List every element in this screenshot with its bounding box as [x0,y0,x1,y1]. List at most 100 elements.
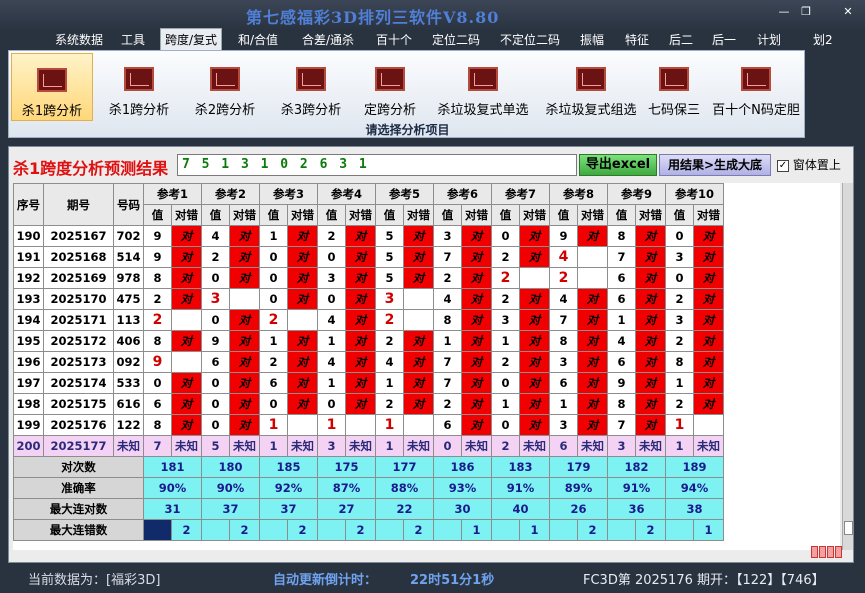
stat-value: 88% [375,477,434,499]
cell-value: 6 [549,372,578,394]
cell-check-ok: 对 [403,267,434,289]
header-value: 值 [665,204,694,226]
menu-span-compound[interactable]: 跨度/复式 [160,28,223,50]
close-button[interactable]: ✕ [838,4,858,20]
header-check: 对错 [403,204,434,226]
menu-unfixed-two[interactable]: 不定位二码 [500,31,560,48]
topmost-checkbox[interactable]: ✓ 窗体置上 [777,156,841,173]
header-check: 对错 [635,204,666,226]
header-period: 期号 [43,183,114,226]
cell-check-ok: 对 [635,225,666,247]
ribbon-kill3-span[interactable]: 杀3跨分析 [271,53,351,121]
cell-value: 8 [143,267,172,289]
cell-value: 8 [549,330,578,352]
menu-plan-2[interactable]: 划2 [813,31,833,48]
menu-diff-kill[interactable]: 合差/通杀 [302,31,354,48]
result-label: 杀1跨度分析预测结果 [13,159,169,178]
cell-check-miss [577,246,608,268]
cell-check-miss [345,414,376,436]
stat-row: 对次数 181 180 185 175 177 186 183 179 182 189 [13,456,724,478]
cell-value: 6 [607,267,636,289]
restore-button[interactable]: ❐ [796,4,816,20]
cell-value: 1 [491,393,520,415]
row-period: 2025174 [43,372,114,394]
ribbon-kill1-span-selected[interactable]: 杀1跨分析 [11,53,93,121]
cell-value: 1 [317,414,346,436]
stat-value: 26 [549,498,608,520]
cell-value: 5 [375,267,404,289]
predict-unknown: 未知 [171,435,202,457]
app-title: 第七感福彩3D排列三软件V8.80 [246,8,500,27]
cell-check-miss [403,288,434,310]
ribbon-seven-keep-three[interactable]: 七码保三 [643,53,705,121]
cell-value: 7 [549,309,578,331]
stat-value: 22 [375,498,434,520]
cell-value: 0 [665,267,694,289]
stat-value: 90% [143,477,202,499]
ribbon-junk-group[interactable]: 杀垃圾复式组选 [539,53,643,121]
ribbon-fixed-span[interactable]: 定跨分析 [355,53,425,121]
header-ref: 参考10 [665,183,724,205]
cell-value: 3 [665,309,694,331]
menu-plan[interactable]: 计划 [757,31,781,48]
row-period: 2025177 [43,435,114,457]
stat-label: 最大连对数 [13,498,144,520]
stat-value: 186 [433,456,492,478]
row-code: 616 [113,393,144,415]
cell-value: 5 [375,225,404,247]
cell-value: 2 [433,393,462,415]
menu-tools[interactable]: 工具 [121,31,145,48]
ribbon-n-code-bile[interactable]: 百十个N码定胆 [709,53,803,121]
header-ref: 参考8 [549,183,608,205]
row-code: 514 [113,246,144,268]
cell-check-ok: 对 [577,414,608,436]
scroll-thumb[interactable] [844,521,853,535]
header-value: 值 [433,204,462,226]
checkbox-icon[interactable]: ✓ [777,159,789,172]
cell-check-ok: 对 [693,246,724,268]
cell-check-ok: 对 [635,372,666,394]
cell-check-ok: 对 [635,351,666,373]
menu-sum-value[interactable]: 和/合值 [238,31,278,48]
stat-value: 27 [317,498,376,520]
minimize-button[interactable]: — [774,4,794,20]
menu-amplitude[interactable]: 振幅 [580,31,604,48]
ribbon-kill2-span[interactable]: 杀2跨分析 [185,53,265,121]
predict-row: 200 2025177 未知 7 未知 5 未知 1 未知 3 未知 1 未知 0 未知 2 未知 6 未知 3 未知 1… [13,435,724,457]
cell-check-miss [519,267,550,289]
stat-value: 2 [403,519,434,541]
header-ref: 参考9 [607,183,666,205]
predict-value: 5 [201,435,230,457]
cell-check-ok: 对 [171,246,202,268]
row-seq: 198 [13,393,44,415]
generate-base-button[interactable]: 用结果>生成大底 [659,154,771,176]
vertical-scrollbar[interactable] [842,183,853,550]
cell-value: 0 [317,393,346,415]
row-period: 2025176 [43,414,114,436]
ribbon-label: 杀2跨分析 [194,103,256,118]
menu-features[interactable]: 特征 [625,31,649,48]
led-icon [811,546,818,558]
cell-value: 3 [375,288,404,310]
menu-last-two[interactable]: 后二 [669,31,693,48]
menu-hundreds-tens-units[interactable]: 百十个 [376,31,412,48]
cell-check-ok: 对 [171,288,202,310]
ribbon-junk-single[interactable]: 杀垃圾复式单选 [431,53,535,121]
cell-check-ok: 对 [171,225,202,247]
header-value: 值 [549,204,578,226]
menu-system-data[interactable]: 系统数据 [55,31,103,48]
cell-check-ok: 对 [287,330,318,352]
export-excel-button[interactable]: 导出excel [579,154,657,176]
menu-fixed-two[interactable]: 定位二码 [432,31,480,48]
menu-last-one[interactable]: 后一 [712,31,736,48]
cell-value: 6 [201,351,230,373]
predict-value: 2 [491,435,520,457]
ribbon-label: 杀垃圾复式单选 [437,103,529,118]
cell-check-ok: 对 [519,372,550,394]
ribbon-kill1-span[interactable]: 杀1跨分析 [99,53,179,121]
result-field[interactable]: 7 5 1 3 1 0 2 6 3 1 [177,154,577,176]
stat-value: 175 [317,456,376,478]
cell-check-ok: 对 [635,393,666,415]
row-code: 978 [113,267,144,289]
stat-spacer [259,519,288,541]
